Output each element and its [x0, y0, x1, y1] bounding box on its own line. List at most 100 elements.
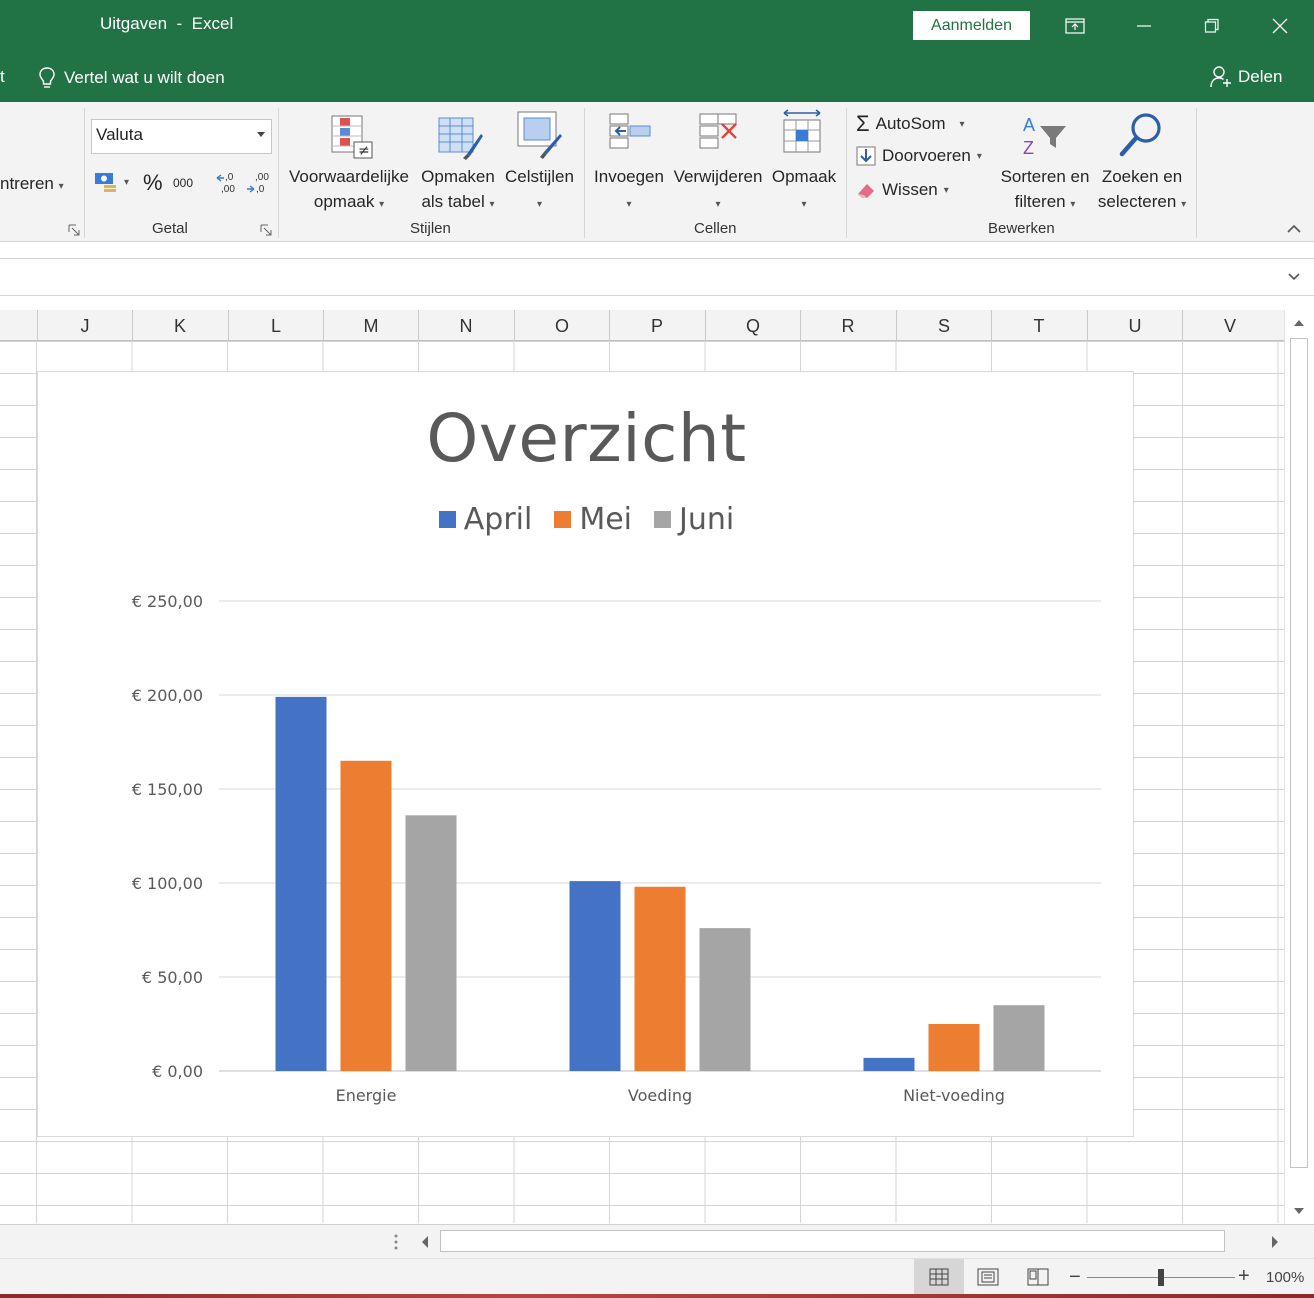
column-header[interactable]: O: [514, 310, 609, 341]
conditional-formatting-button[interactable]: Voorwaardelijke opmaak ▾: [285, 164, 413, 217]
formula-bar[interactable]: [0, 258, 1314, 296]
category-label: Energie: [336, 1086, 397, 1105]
scroll-up-icon[interactable]: [1293, 318, 1305, 328]
ribbon-display-options-button[interactable]: [1047, 0, 1103, 52]
accounting-format-button[interactable]: ▾: [94, 170, 129, 194]
minimize-button[interactable]: [1116, 0, 1172, 52]
column-header[interactable]: J: [37, 310, 132, 341]
insert-cells-icon: [609, 113, 651, 149]
expand-formula-bar-icon[interactable]: [1287, 271, 1301, 283]
bar: [634, 886, 686, 1071]
conditional-formatting-label-1: Voorwaardelijke: [288, 167, 409, 186]
split-handle-icon[interactable]: [392, 1232, 400, 1252]
number-launcher-icon[interactable]: [260, 224, 272, 236]
format-as-table-label-1: Opmaken: [421, 167, 495, 186]
zoom-slider-thumb[interactable]: [1158, 1269, 1164, 1286]
fill-button[interactable]: Doorvoeren ▾: [856, 146, 982, 166]
fill-label: Doorvoeren: [882, 146, 971, 165]
column-header[interactable]: N: [418, 310, 513, 341]
column-header[interactable]: V: [1182, 310, 1277, 341]
comma-style-button[interactable]: 000: [173, 176, 193, 190]
column-header[interactable]: K: [132, 310, 227, 341]
group-divider: [584, 108, 585, 238]
increase-decimal-icon[interactable]: ,0,00: [216, 170, 238, 196]
group-divider: [1196, 108, 1197, 238]
group-label-cellen: Cellen: [694, 220, 737, 237]
autosum-button[interactable]: Σ AutoSom ▾: [856, 111, 965, 137]
column-header[interactable]: M: [323, 310, 418, 341]
alignment-launcher-icon[interactable]: [68, 224, 80, 236]
normal-view-icon: [929, 1268, 949, 1286]
clear-label: Wissen: [882, 180, 938, 199]
ribbon: ntreren ▾ Valuta ▾ % 000 ,0,00 ,00,0 Get…: [0, 102, 1314, 242]
close-button[interactable]: [1252, 0, 1308, 52]
vertical-scroll-thumb[interactable]: [1290, 338, 1308, 1168]
merge-center-button[interactable]: ntreren ▾: [0, 174, 64, 194]
sign-in-button[interactable]: Aanmelden: [913, 11, 1030, 40]
status-bar: − + 100%: [0, 1258, 1314, 1295]
column-header[interactable]: Q: [705, 310, 800, 341]
group-label-stijlen: Stijlen: [410, 220, 451, 237]
page-layout-view-icon[interactable]: [977, 1268, 999, 1286]
number-format-select[interactable]: Valuta: [91, 119, 272, 154]
chevron-down-icon: [257, 132, 265, 137]
chevron-down-icon: ▾: [536, 199, 543, 210]
column-header[interactable]: L: [228, 310, 323, 341]
format-as-table-button[interactable]: Opmaken als tabel ▾: [418, 164, 498, 217]
bar: [699, 928, 751, 1071]
horizontal-scroll-thumb[interactable]: [440, 1230, 1225, 1252]
share-button[interactable]: Delen: [1210, 65, 1282, 89]
cell-styles-button[interactable]: Celstijlen ▾: [502, 164, 577, 217]
zoom-out-button[interactable]: −: [1069, 1266, 1081, 1289]
chevron-down-icon: ▾: [943, 184, 949, 196]
clear-button[interactable]: Wissen ▾: [856, 180, 949, 200]
sort-filter-button[interactable]: Sorteren en filteren ▾: [997, 164, 1093, 217]
column-header[interactable]: P: [609, 310, 704, 341]
bar: [993, 1005, 1045, 1071]
normal-view-button[interactable]: [914, 1259, 964, 1295]
chevron-down-icon: ▾: [124, 176, 130, 188]
column-header[interactable]: T: [991, 310, 1086, 341]
column-header[interactable]: R: [800, 310, 895, 341]
eraser-icon: [858, 184, 874, 198]
chevron-down-icon: ▾: [976, 150, 982, 162]
accounting-icon: [95, 173, 116, 192]
plot-area: € 0,00 € 50,00 € 100,00 € 150,00 € 200,00 € 2…: [132, 592, 1101, 1105]
tab-partial[interactable]: t: [0, 67, 5, 87]
excel-window: Uitgaven - Excel Aanmelden t Vertel wat …: [0, 0, 1314, 1298]
cell-styles-label: Celstijlen: [505, 167, 574, 186]
scroll-left-icon[interactable]: [420, 1235, 430, 1249]
merge-center-label: ntreren: [0, 174, 54, 193]
column-header[interactable]: U: [1087, 310, 1182, 341]
bar: [863, 1057, 915, 1071]
page-break-preview-icon[interactable]: [1027, 1268, 1049, 1286]
column-header[interactable]: S: [896, 310, 991, 341]
sigma-icon: Σ: [856, 111, 870, 136]
cell-styles-icon: [517, 111, 562, 159]
scroll-down-icon[interactable]: [1293, 1206, 1305, 1216]
zoom-level[interactable]: 100%: [1266, 1269, 1304, 1286]
zoom-in-button[interactable]: +: [1238, 1265, 1250, 1288]
format-as-table-label-2: als tabel: [421, 192, 485, 211]
bar: [928, 1024, 980, 1071]
collapse-ribbon-icon[interactable]: [1286, 222, 1302, 234]
vertical-scrollbar[interactable]: [1284, 310, 1314, 1224]
chevron-down-icon: ▾: [959, 118, 965, 130]
svg-text:Z: Z: [1023, 138, 1034, 158]
svg-text:≠: ≠: [358, 143, 370, 159]
category-label: Voeding: [628, 1086, 692, 1105]
format-cells-button[interactable]: Opmaak ▾: [768, 164, 840, 217]
scroll-right-icon[interactable]: [1270, 1235, 1280, 1249]
restore-button[interactable]: [1184, 0, 1240, 52]
chevron-down-icon: ▾: [379, 199, 385, 210]
chevron-down-icon: ▾: [626, 199, 632, 210]
delete-cells-button[interactable]: Verwijderen ▾: [670, 164, 766, 217]
decrease-decimal-icon[interactable]: ,00,0: [246, 170, 270, 196]
insert-cells-button[interactable]: Invoegen ▾: [590, 164, 668, 217]
bar: [569, 881, 621, 1071]
find-select-button[interactable]: Zoeken en selecteren ▾: [1094, 164, 1190, 217]
percent-style-button[interactable]: %: [143, 170, 163, 196]
tell-me-search[interactable]: Vertel wat u wilt doen: [38, 65, 225, 91]
chart-area[interactable]: Overzicht April Mei Juni € 0,00 € 50,00 € …: [37, 371, 1134, 1137]
format-cells-label: Opmaak: [771, 167, 837, 186]
